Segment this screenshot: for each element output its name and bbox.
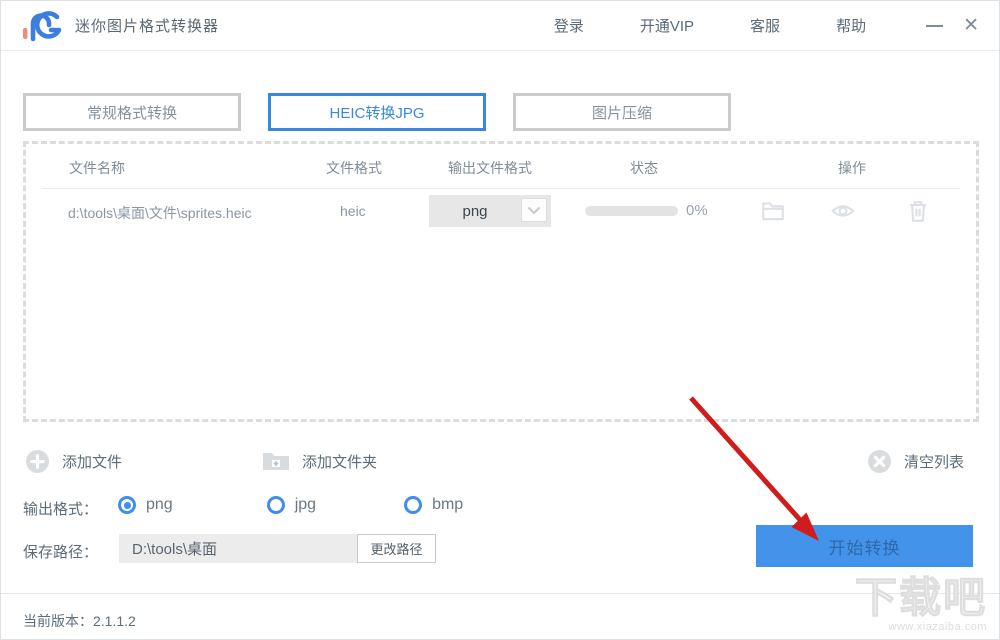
col-actions: 操作 [838,160,866,176]
app-title: 迷你图片格式转换器 [75,18,220,35]
top-menu: 登录 开通VIP 客服 帮助 [554,15,866,36]
add-folder-label: 添加文件夹 [302,453,378,471]
window-controls: ✕ [926,16,979,35]
col-output-format: 输出文件格式 [448,160,532,176]
col-filename: 文件名称 [69,160,125,176]
output-format-dropdown[interactable]: png [429,195,551,227]
footer-bar: 当前版本：2.1.1.2 [1,593,999,639]
output-format-label: 输出格式： [23,501,99,518]
clear-circle-x-icon [868,450,891,473]
clear-list-label: 清空列表 [904,454,965,471]
tab-heic-to-jpg[interactable]: HEIC转换JPG [268,93,486,131]
add-file-button[interactable]: 添加文件 [25,449,122,474]
radio-jpg-label: jpg [294,496,317,513]
menu-login[interactable]: 登录 [554,15,584,36]
menu-help[interactable]: 帮助 [836,15,866,36]
col-status: 状态 [630,160,658,176]
progress-bar [585,206,678,216]
save-path-field[interactable]: D:\tools\桌面 更改路径 [119,534,436,563]
add-file-label: 添加文件 [62,454,123,471]
save-path-label: 保存路径： [23,544,99,561]
file-list-panel: 文件名称 文件格式 输出文件格式 状态 操作 d:\tools\桌面\文件\sp… [23,141,979,422]
radio-png-label: png [146,496,173,513]
file-name: d:\tools\桌面\文件\sprites.heic [68,205,252,221]
radio-bmp[interactable] [404,496,423,514]
version-label: 当前版本：2.1.1.2 [23,613,136,629]
radio-option-png[interactable]: png [118,496,173,514]
add-folder-button[interactable]: 添加文件夹 [262,449,377,473]
menu-support[interactable]: 客服 [750,15,780,36]
app-logo-icon [23,10,62,41]
radio-jpg[interactable] [266,496,285,514]
plus-circle-icon [26,450,49,473]
radio-bmp-label: bmp [432,496,464,513]
table-header: 文件名称 文件格式 输出文件格式 状态 操作 [26,144,976,188]
radio-option-jpg[interactable]: jpg [266,496,317,514]
radio-option-bmp[interactable]: bmp [404,496,463,514]
col-format: 文件格式 [326,160,382,176]
header-divider [42,188,960,189]
start-convert-button[interactable]: 开始转换 [756,525,973,567]
folder-plus-icon [263,453,289,470]
change-path-button[interactable]: 更改路径 [357,534,436,563]
tab-bar: 常规格式转换 HEIC转换JPG 图片压缩 [23,93,731,131]
clear-list-button[interactable]: 清空列表 [867,449,964,474]
tab-image-compress[interactable]: 图片压缩 [513,93,731,131]
close-icon[interactable]: ✕ [963,16,979,35]
output-format-radio-group: png jpg bmp [118,496,463,514]
preview-eye-icon[interactable] [830,198,856,224]
radio-png[interactable] [118,496,136,514]
title-bar: 迷你图片格式转换器 登录 开通VIP 客服 帮助 ✕ [1,1,999,51]
app-window: 迷你图片格式转换器 登录 开通VIP 客服 帮助 ✕ 常规格式转换 HEIC转换… [0,0,1000,640]
save-path-value: D:\tools\桌面 [132,541,218,558]
menu-vip[interactable]: 开通VIP [640,15,694,36]
table-row: d:\tools\桌面\文件\sprites.heic heic png 0% [26,190,976,234]
output-format-value: png [462,202,488,220]
open-folder-icon[interactable] [760,198,786,224]
chevron-down-icon [521,198,547,222]
delete-trash-icon[interactable] [905,198,931,224]
minimize-icon[interactable] [926,16,944,35]
tab-normal-convert[interactable]: 常规格式转换 [23,93,241,131]
file-format: heic [340,203,366,219]
progress-percent: 0% [686,202,708,219]
